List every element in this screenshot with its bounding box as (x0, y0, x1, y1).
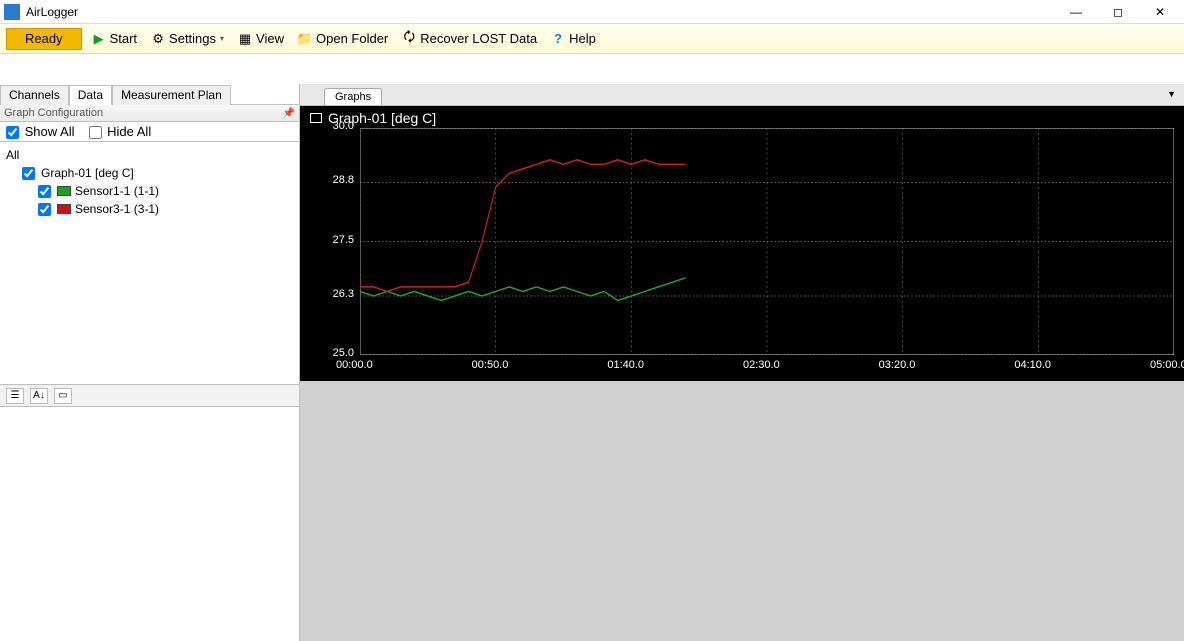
window-titlebar: AirLogger — ◻ ✕ (0, 0, 1184, 24)
property-toolbar: ☰ A↓ ▭ (0, 385, 299, 407)
left-tabs: Channels Data Measurement Plan (0, 84, 299, 104)
x-tick-label: 00:00.0 (336, 359, 396, 371)
chevron-down-icon: ▾ (220, 34, 224, 43)
graphs-tab[interactable]: Graphs (324, 88, 382, 105)
x-tick-label: 00:50.0 (472, 359, 532, 371)
property-grid[interactable] (0, 407, 299, 641)
app-icon (4, 4, 20, 20)
tree-sensor1[interactable]: Sensor1-1 (1-1) (38, 182, 293, 200)
pages-button[interactable]: ▭ (54, 388, 72, 404)
folder-icon: 📁 (298, 32, 312, 46)
close-button[interactable]: ✕ (1148, 2, 1172, 22)
show-all-checkbox[interactable]: Show All (6, 124, 75, 139)
x-tick-label: 02:30.0 (743, 359, 803, 371)
tab-data[interactable]: Data (69, 85, 112, 105)
hide-all-checkbox[interactable]: Hide All (89, 124, 152, 139)
y-tick-label: 25.0 (320, 347, 354, 359)
y-tick-label: 26.3 (320, 288, 354, 300)
categorize-button[interactable]: ☰ (6, 388, 24, 404)
ready-button[interactable]: Ready (6, 28, 82, 50)
graph-tree[interactable]: All Graph-01 [deg C] (0, 142, 299, 385)
y-tick-label: 28.8 (320, 174, 354, 186)
help-button[interactable]: ? Help (547, 27, 600, 51)
maximize-button[interactable]: ◻ (1106, 2, 1130, 22)
tree-root[interactable]: All (6, 146, 293, 164)
tab-channels[interactable]: Channels (0, 85, 69, 105)
x-tick-label: 01:40.0 (607, 359, 667, 371)
tree-graph01[interactable]: Graph-01 [deg C] (22, 164, 293, 182)
grid-icon: ▦ (238, 32, 252, 46)
sort-button[interactable]: A↓ (30, 388, 48, 404)
app-title: AirLogger (26, 5, 1064, 19)
open-folder-button[interactable]: 📁 Open Folder (294, 27, 392, 51)
settings-button[interactable]: ⚙ Settings ▾ (147, 27, 228, 51)
pin-icon[interactable]: 📌 (283, 108, 295, 119)
recover-lost-button[interactable]: 🗘 Recover LOST Data (398, 27, 541, 51)
play-icon: ▶ (92, 32, 106, 46)
chart-area: Graph-01 [deg C] 25.026.327.528.830.000:… (300, 106, 1184, 381)
x-tick-label: 05:00.0 (1150, 359, 1184, 371)
x-tick-label: 04:10.0 (1014, 359, 1074, 371)
y-tick-label: 30.0 (320, 120, 354, 132)
x-tick-label: 03:20.0 (879, 359, 939, 371)
gear-icon: ⚙ (151, 32, 165, 46)
y-tick-label: 27.5 (320, 234, 354, 246)
color-swatch-green (57, 186, 71, 196)
graph-config-header: Graph Configuration 📌 (0, 104, 299, 122)
main-toolbar: Ready ▶ Start ⚙ Settings ▾ ▦ View 📁 Open… (0, 24, 1184, 54)
color-swatch-red (57, 204, 71, 214)
chart-plot[interactable] (360, 128, 1174, 355)
empty-area (300, 381, 1184, 641)
view-button[interactable]: ▦ View (234, 27, 288, 51)
spacer (0, 54, 1184, 84)
recover-icon: 🗘 (402, 32, 416, 46)
graphs-tabrow: Graphs ▼ (300, 84, 1184, 106)
tree-sensor2[interactable]: Sensor3-1 (3-1) (38, 200, 293, 218)
tab-measurement-plan[interactable]: Measurement Plan (112, 85, 231, 105)
graphs-dropdown-icon[interactable]: ▼ (1167, 89, 1176, 99)
start-button[interactable]: ▶ Start (88, 27, 141, 51)
minimize-button[interactable]: — (1064, 2, 1088, 22)
help-icon: ? (551, 32, 565, 46)
